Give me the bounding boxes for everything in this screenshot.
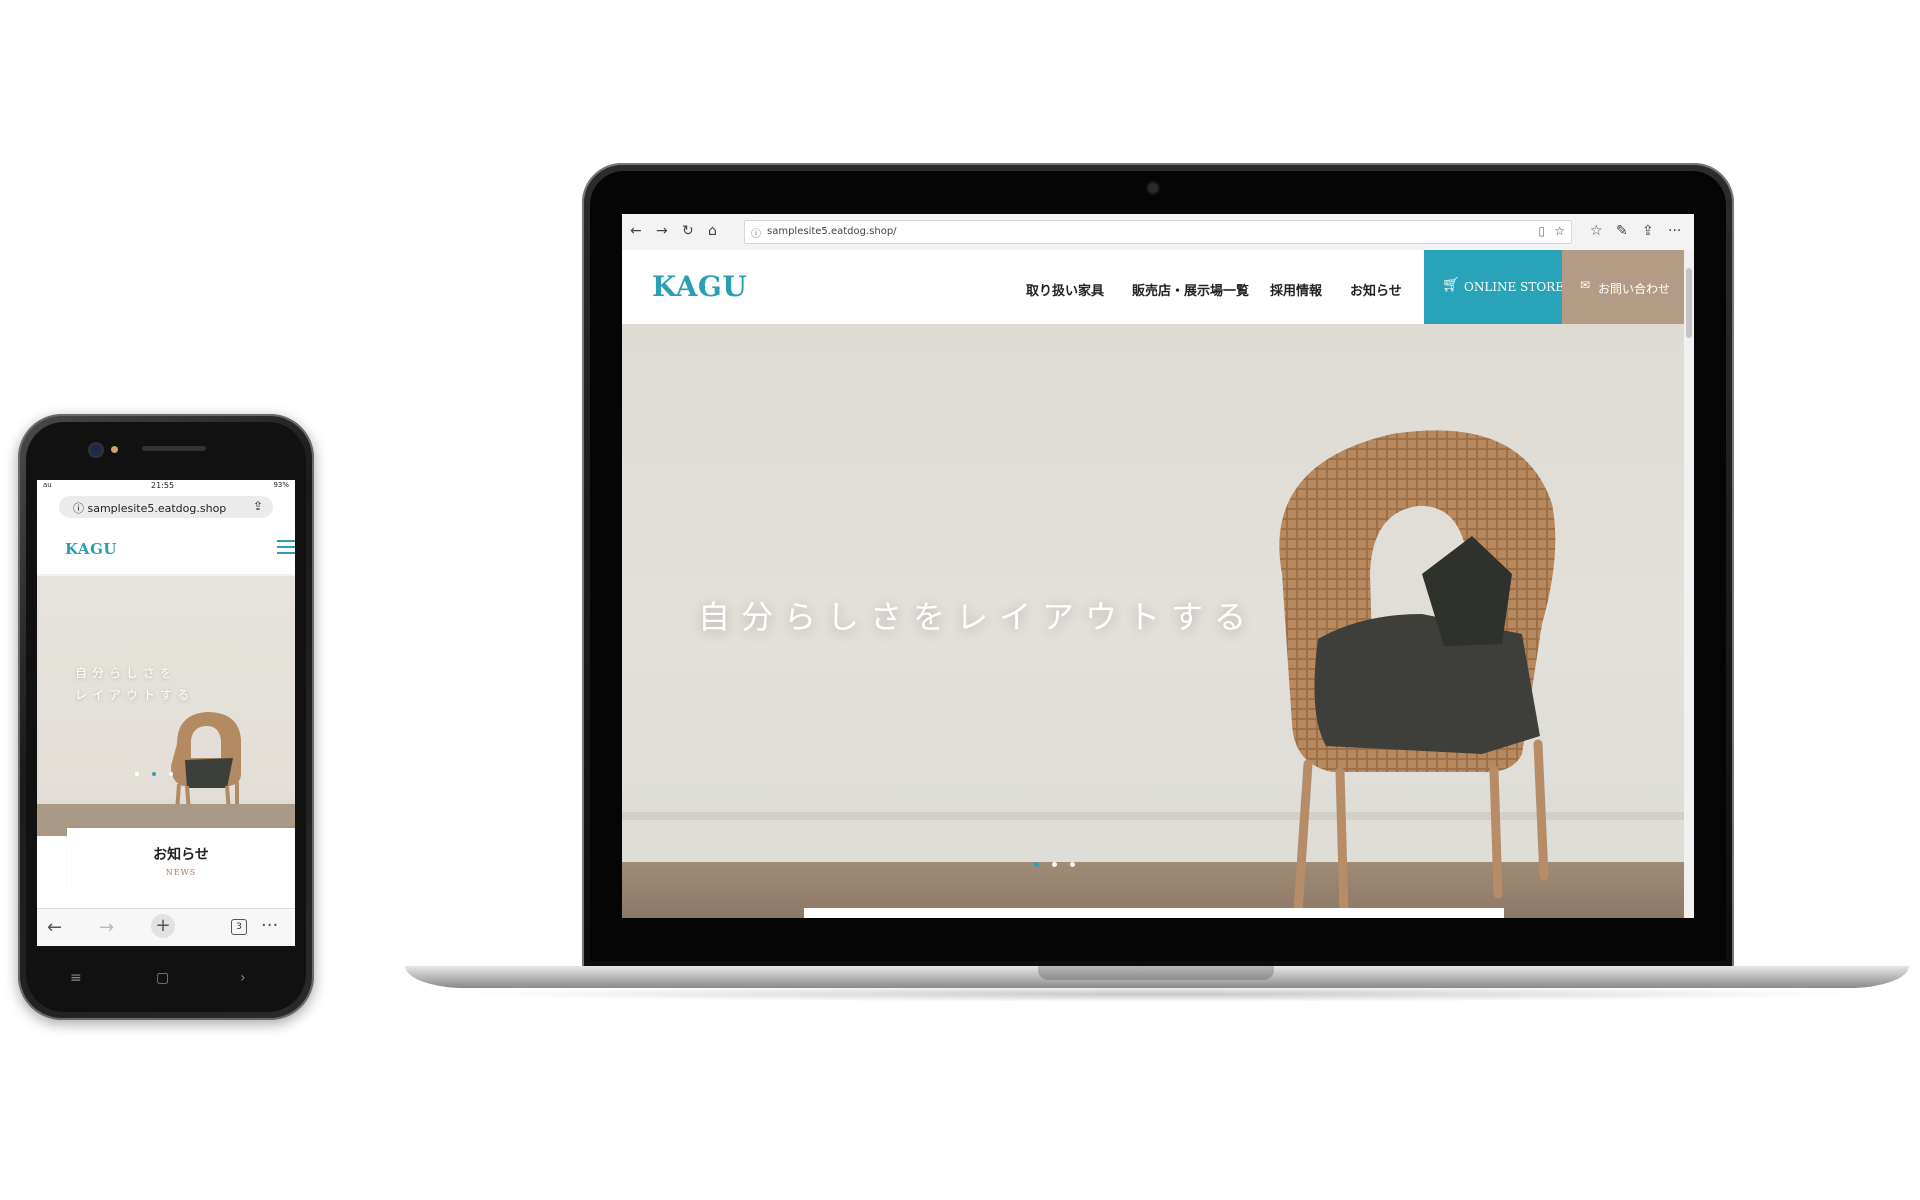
laptop-shadow [450, 986, 1870, 1002]
laptop-notch [1038, 966, 1274, 980]
contact-button[interactable]: ✉ お問い合わせ [1562, 250, 1684, 324]
back-icon[interactable]: ← [630, 223, 642, 239]
phone-url-text: ⓘ samplesite5.eatdog.shop [73, 502, 227, 515]
bookmark-icon[interactable]: ▯ [1538, 224, 1545, 238]
hero-line-2: レイアウトする [75, 688, 195, 702]
share-icon[interactable]: ⇪ [1642, 223, 1654, 239]
smartphone-device: au 21:55 93% ⓘ samplesite5.eatdog.shop ⇪… [18, 414, 314, 1020]
battery-label: 93% [273, 481, 289, 489]
slider-dot-active[interactable] [152, 772, 156, 776]
phone-sensor [111, 446, 118, 453]
scrollbar[interactable] [1684, 250, 1694, 918]
phone-hero-copy: 自分らしさを レイアウトする [75, 662, 194, 706]
nav-news[interactable]: お知らせ [1350, 280, 1402, 299]
phone-browser-toolbar: ← → + 3 ··· [37, 908, 295, 946]
site-header: KAGU 取り扱い家具 販売店・展示場一覧 採用情報 お知らせ 🛒︎ ONLIN… [622, 250, 1684, 324]
url-text: samplesite5.eatdog.shop/ [767, 226, 897, 237]
phone-hero: 自分らしさを レイアウトする [37, 576, 295, 836]
more-icon[interactable]: ··· [1668, 223, 1681, 239]
phone-status-bar: au 21:55 93% [37, 480, 295, 494]
menu-nav-icon[interactable]: ≡ [70, 970, 82, 986]
share-icon[interactable]: ⇪ [253, 499, 263, 513]
phone-address-bar[interactable]: ⓘ samplesite5.eatdog.shop ⇪ [59, 496, 273, 518]
refresh-icon[interactable]: ↻ [682, 223, 694, 239]
slider-dot[interactable] [169, 772, 173, 776]
slider-dot[interactable] [1070, 862, 1075, 867]
browser-toolbar: ← → ↻ ⌂ ⓘ samplesite5.eatdog.shop/ ▯ ☆ ☆… [622, 214, 1694, 251]
back-nav-icon[interactable]: › [240, 970, 246, 986]
nav-recruit[interactable]: 採用情報 [1270, 280, 1322, 299]
slider-dot-active[interactable] [1034, 862, 1039, 867]
online-store-label: ONLINE STORE [1464, 280, 1564, 294]
slider-dot[interactable] [135, 772, 139, 776]
laptop-screen: ← → ↻ ⌂ ⓘ samplesite5.eatdog.shop/ ▯ ☆ ☆… [622, 214, 1694, 918]
star-icon[interactable]: ☆ [1554, 224, 1565, 238]
home-nav-icon[interactable]: ▢ [156, 970, 169, 986]
phone-site-header: KAGU [37, 520, 295, 574]
plus-icon[interactable]: + [151, 914, 175, 938]
address-bar[interactable]: ⓘ samplesite5.eatdog.shop/ ▯ ☆ [744, 220, 1572, 244]
news-title: お知らせ [153, 847, 209, 863]
nav-stores[interactable]: 販売店・展示場一覧 [1132, 280, 1249, 299]
phone-logo[interactable]: KAGU [65, 540, 117, 558]
hero-line-1: 自分らしさを [75, 666, 178, 680]
pen-icon[interactable]: ✎ [1616, 223, 1628, 239]
phone-speaker [142, 446, 206, 451]
chair-image [1279, 430, 1556, 917]
online-store-button[interactable]: 🛒︎ ONLINE STORE [1424, 250, 1564, 324]
back-icon[interactable]: ← [47, 917, 62, 938]
cart-icon: 🛒︎ [1442, 277, 1460, 293]
hero-slider: 自分らしさをレイアウトする [622, 324, 1684, 918]
hamburger-icon[interactable] [277, 540, 295, 558]
chair-image [171, 712, 241, 813]
webcam [1148, 183, 1158, 193]
forward-icon[interactable]: → [99, 917, 114, 938]
forward-icon[interactable]: → [656, 223, 668, 239]
favorites-icon[interactable]: ☆ [1590, 223, 1603, 239]
nav-furniture[interactable]: 取り扱い家具 [1026, 280, 1104, 299]
mail-icon: ✉ [1580, 278, 1591, 292]
phone-camera [90, 444, 102, 456]
hero-headline: 自分らしさをレイアウトする [698, 598, 1258, 636]
tabs-icon[interactable]: 3 [231, 919, 247, 935]
scrollbar-thumb[interactable] [1686, 268, 1692, 338]
site-logo[interactable]: KAGU [652, 270, 747, 303]
info-icon: ⓘ [73, 502, 88, 515]
home-icon[interactable]: ⌂ [708, 223, 717, 239]
info-icon[interactable]: ⓘ [751, 225, 761, 240]
more-icon[interactable]: ··· [261, 915, 278, 936]
status-time: 21:55 [151, 481, 175, 490]
slider-dot[interactable] [1052, 862, 1057, 867]
contact-label: お問い合わせ [1598, 282, 1671, 296]
phone-screen: au 21:55 93% ⓘ samplesite5.eatdog.shop ⇪… [37, 480, 295, 946]
content-card-edge [804, 908, 1504, 918]
phone-news-card: お知らせ NEWS [67, 828, 295, 892]
news-subtitle: NEWS [165, 868, 197, 877]
carrier-label: au [43, 481, 52, 489]
